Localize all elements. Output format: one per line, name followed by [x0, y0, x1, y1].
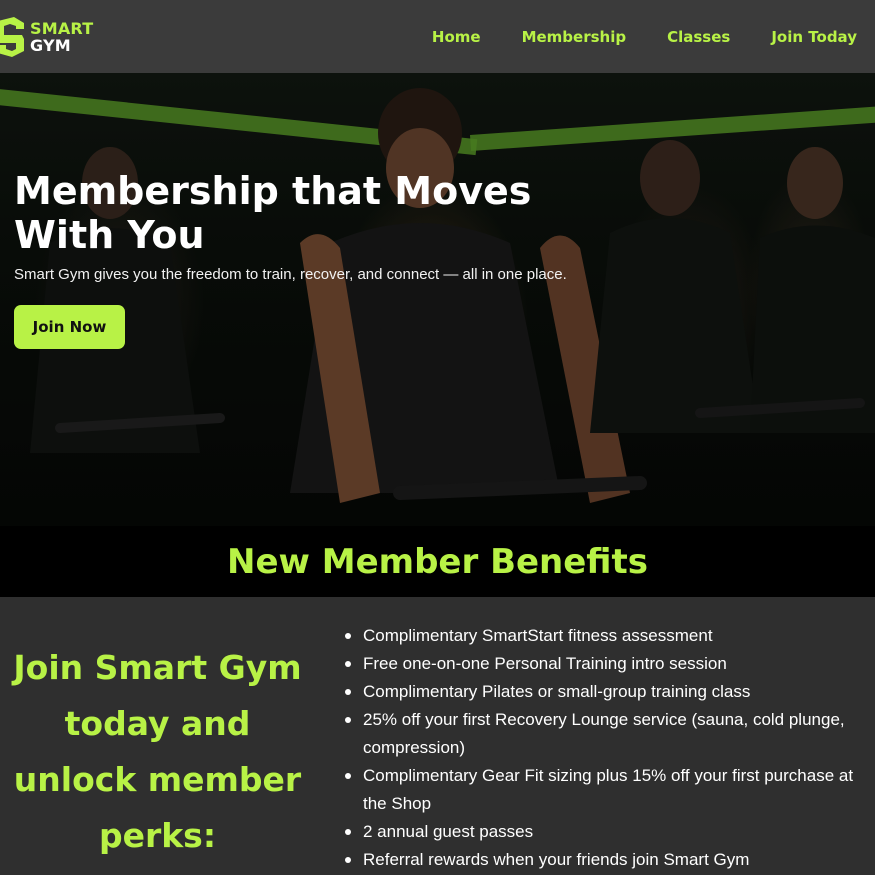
list-item: Free one-on-one Personal Training intro …	[343, 650, 868, 678]
list-item: 25% off your first Recovery Lounge servi…	[343, 706, 868, 762]
nav-home[interactable]: Home	[432, 28, 481, 46]
hero-content: Membership that Moves With You Smart Gym…	[14, 169, 574, 349]
hero-title: Membership that Moves With You	[14, 169, 532, 257]
perks-heading: Join Smart Gym today and unlock member p…	[13, 648, 302, 855]
list-item: Complimentary Gear Fit sizing plus 15% o…	[343, 762, 868, 818]
logo-mark-icon	[0, 16, 24, 57]
nav-membership[interactable]: Membership	[522, 28, 627, 46]
join-now-button[interactable]: Join Now	[14, 305, 125, 349]
list-item: Complimentary SmartStart fitness assessm…	[343, 622, 868, 650]
benefits-title: New Member Benefits	[226, 541, 648, 582]
perks-list: Complimentary SmartStart fitness assessm…	[343, 622, 868, 874]
site-header: SMART GYM Home Membership Classes Join T…	[0, 0, 875, 73]
main-nav: Home Membership Classes Join Today	[391, 28, 857, 46]
nav-join-today[interactable]: Join Today	[771, 28, 857, 46]
benefits-band: New Member Benefits	[0, 526, 875, 597]
logo-line1: SMART	[30, 18, 94, 38]
list-item: Complimentary Pilates or small-group tra…	[343, 678, 868, 706]
nav-classes[interactable]: Classes	[667, 28, 730, 46]
hero-section: Membership that Moves With You Smart Gym…	[0, 73, 875, 526]
list-item: 2 annual guest passes	[343, 818, 868, 846]
list-item: Referral rewards when your friends join …	[343, 846, 868, 874]
logo-text: SMART GYM	[30, 20, 93, 54]
perks-section: Join Smart Gym today and unlock member p…	[0, 597, 875, 875]
logo-line2: GYM	[30, 35, 71, 55]
logo[interactable]: SMART GYM	[0, 0, 93, 73]
hero-subtitle: Smart Gym gives you the freedom to train…	[14, 266, 567, 283]
